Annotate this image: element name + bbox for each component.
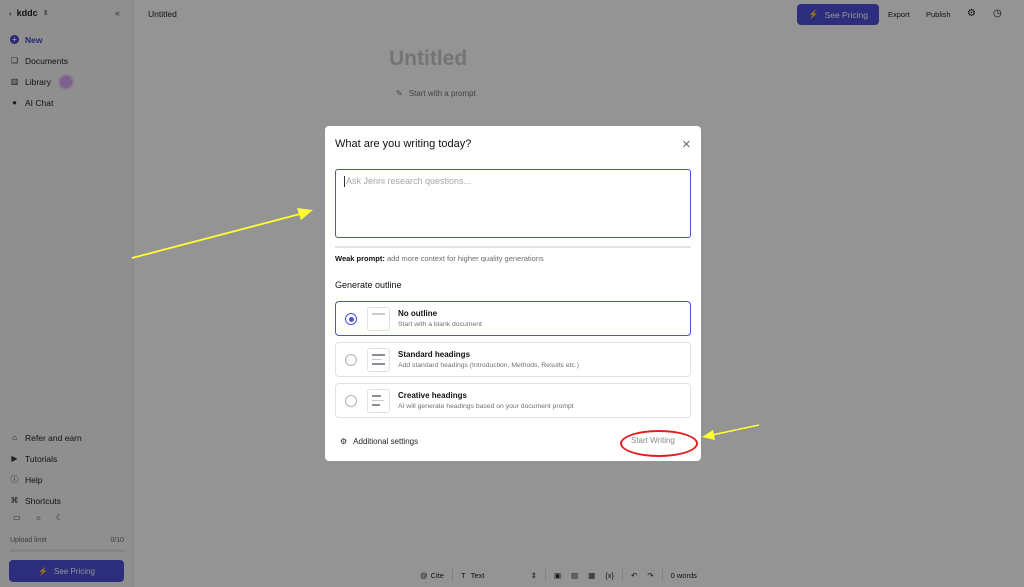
button-label: Additional settings	[353, 437, 419, 446]
close-icon[interactable]: ✕	[682, 138, 691, 151]
dialog-title: What are you writing today?	[335, 138, 472, 150]
outline-heading: Generate outline	[335, 280, 402, 290]
option-title: Standard headings	[398, 350, 471, 359]
prompt-quality-text: add more context for higher quality gene…	[384, 254, 544, 263]
option-title: No outline	[398, 309, 438, 318]
outline-option-standard[interactable]: Standard headings Add standard headings …	[335, 342, 691, 377]
annotation-highlight-circle	[620, 430, 698, 457]
headings-document-icon	[367, 348, 390, 372]
option-title: Creative headings	[398, 391, 467, 400]
option-subtitle: Start with a blank document	[398, 321, 482, 328]
gear-icon: ⚙	[340, 437, 348, 446]
outline-option-creative[interactable]: Creative headings AI will generate headi…	[335, 383, 691, 418]
prompt-quality-hint: Weak prompt: add more context for higher…	[335, 254, 544, 263]
radio-button[interactable]	[345, 395, 357, 407]
additional-settings-button[interactable]: ⚙ Additional settings	[340, 437, 418, 446]
radio-button[interactable]	[345, 354, 357, 366]
prompt-quality-label: Weak prompt:	[335, 254, 385, 263]
new-document-dialog: What are you writing today? ✕ Ask Jenni …	[325, 126, 701, 461]
radio-button[interactable]	[345, 313, 357, 325]
prompt-quality-meter	[335, 246, 691, 248]
outline-option-none[interactable]: No outline Start with a blank document	[335, 301, 691, 336]
prompt-input[interactable]: Ask Jenni research questions...	[335, 169, 691, 238]
sparkle-document-icon	[367, 389, 390, 413]
option-subtitle: Add standard headings (Introduction, Met…	[398, 362, 579, 369]
option-subtitle: AI will generate headings based on your …	[398, 403, 574, 410]
blank-document-icon	[367, 307, 390, 331]
